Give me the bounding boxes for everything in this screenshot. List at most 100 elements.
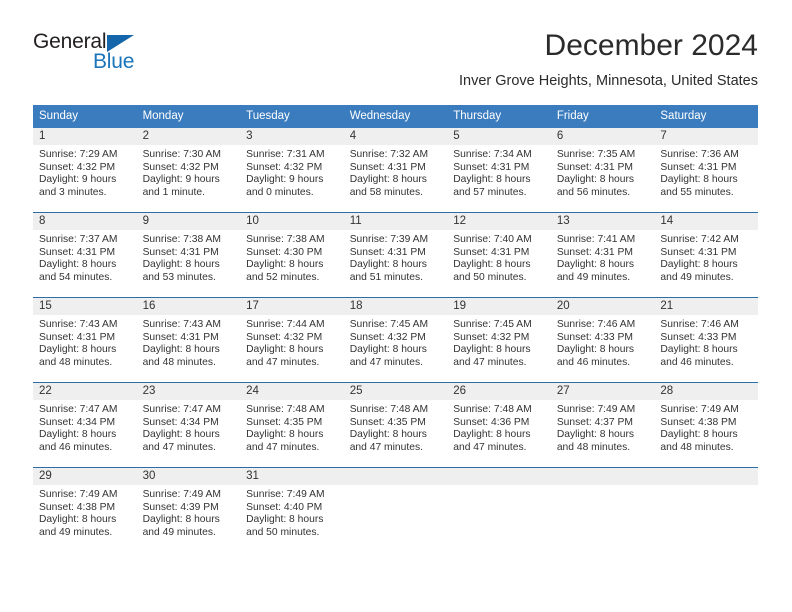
calendar-day-cell[interactable]: 12 Sunrise: 7:40 AM Sunset: 4:31 PM Dayl… xyxy=(447,212,551,298)
calendar-day-cell[interactable]: 19 Sunrise: 7:45 AM Sunset: 4:32 PM Dayl… xyxy=(447,297,551,383)
day-cell-inner: 20 Sunrise: 7:46 AM Sunset: 4:33 PM Dayl… xyxy=(550,298,655,382)
day-details: Sunrise: 7:48 AM Sunset: 4:35 PM Dayligh… xyxy=(344,400,448,454)
calendar-day-cell[interactable]: 11 Sunrise: 7:39 AM Sunset: 4:31 PM Dayl… xyxy=(343,212,448,298)
sunset-text: Sunset: 4:31 PM xyxy=(660,246,737,258)
day-cell-inner: 10 Sunrise: 7:38 AM Sunset: 4:30 PM Dayl… xyxy=(240,213,344,297)
calendar-day-cell[interactable]: 7 Sunrise: 7:36 AM Sunset: 4:31 PM Dayli… xyxy=(654,128,758,213)
day-number xyxy=(447,468,551,485)
day-cell-inner: 3 Sunrise: 7:31 AM Sunset: 4:32 PM Dayli… xyxy=(240,128,344,212)
sunrise-text: Sunrise: 7:46 AM xyxy=(660,319,739,330)
sunrise-text: Sunrise: 7:48 AM xyxy=(246,404,325,415)
daylight-text-line1: Daylight: 8 hours xyxy=(453,429,531,441)
sunrise-text: Sunrise: 7:49 AM xyxy=(39,489,118,500)
calendar-day-cell[interactable]: 9 Sunrise: 7:38 AM Sunset: 4:31 PM Dayli… xyxy=(136,212,241,298)
day-details: Sunrise: 7:32 AM Sunset: 4:31 PM Dayligh… xyxy=(344,145,448,199)
calendar-day-cell[interactable]: 30 Sunrise: 7:49 AM Sunset: 4:39 PM Dayl… xyxy=(136,467,241,552)
day-details: Sunrise: 7:31 AM Sunset: 4:32 PM Dayligh… xyxy=(240,145,344,199)
day-details: Sunrise: 7:39 AM Sunset: 4:31 PM Dayligh… xyxy=(344,230,448,284)
day-number: 5 xyxy=(447,128,551,145)
calendar-day-cell[interactable]: 10 Sunrise: 7:38 AM Sunset: 4:30 PM Dayl… xyxy=(240,212,344,298)
sunset-text: Sunset: 4:31 PM xyxy=(142,246,219,258)
calendar-day-cell[interactable]: 1 Sunrise: 7:29 AM Sunset: 4:32 PM Dayli… xyxy=(33,128,137,213)
sunset-text: Sunset: 4:38 PM xyxy=(660,416,737,428)
calendar-day-cell[interactable]: 17 Sunrise: 7:44 AM Sunset: 4:32 PM Dayl… xyxy=(240,297,344,383)
sunset-text: Sunset: 4:31 PM xyxy=(453,161,530,173)
calendar-day-cell[interactable]: 15 Sunrise: 7:43 AM Sunset: 4:31 PM Dayl… xyxy=(33,297,137,383)
calendar-day-cell[interactable]: 27 Sunrise: 7:49 AM Sunset: 4:37 PM Dayl… xyxy=(550,382,655,468)
daylight-text-line1: Daylight: 8 hours xyxy=(246,259,324,271)
calendar-day-cell[interactable]: 18 Sunrise: 7:45 AM Sunset: 4:32 PM Dayl… xyxy=(343,297,448,383)
sunrise-text: Sunrise: 7:42 AM xyxy=(660,234,739,245)
daylight-text-line1: Daylight: 8 hours xyxy=(39,514,117,526)
sunrise-text: Sunrise: 7:38 AM xyxy=(246,234,325,245)
day-details: Sunrise: 7:42 AM Sunset: 4:31 PM Dayligh… xyxy=(654,230,758,284)
daylight-text-line1: Daylight: 8 hours xyxy=(660,429,738,441)
daylight-text-line2: and 47 minutes. xyxy=(349,441,423,453)
calendar-day-cell[interactable]: 20 Sunrise: 7:46 AM Sunset: 4:33 PM Dayl… xyxy=(550,297,655,383)
title-block: December 2024 Inver Grove Heights, Minne… xyxy=(198,28,758,92)
calendar-day-cell[interactable]: 23 Sunrise: 7:47 AM Sunset: 4:34 PM Dayl… xyxy=(136,382,241,468)
daylight-text-line2: and 49 minutes. xyxy=(660,271,734,283)
calendar-body: 1 Sunrise: 7:29 AM Sunset: 4:32 PM Dayli… xyxy=(33,128,758,552)
day-cell-inner: 12 Sunrise: 7:40 AM Sunset: 4:31 PM Dayl… xyxy=(447,213,551,297)
day-cell-inner: 26 Sunrise: 7:48 AM Sunset: 4:36 PM Dayl… xyxy=(447,383,551,467)
day-details: Sunrise: 7:43 AM Sunset: 4:31 PM Dayligh… xyxy=(33,315,137,369)
calendar-day-cell[interactable]: 29 Sunrise: 7:49 AM Sunset: 4:38 PM Dayl… xyxy=(33,467,137,552)
day-details xyxy=(551,485,655,489)
sunset-text: Sunset: 4:32 PM xyxy=(39,161,116,173)
calendar-day-cell[interactable]: 14 Sunrise: 7:42 AM Sunset: 4:31 PM Dayl… xyxy=(654,212,758,298)
day-details: Sunrise: 7:49 AM Sunset: 4:38 PM Dayligh… xyxy=(654,400,758,454)
sunset-text: Sunset: 4:33 PM xyxy=(660,331,737,343)
sunrise-text: Sunrise: 7:49 AM xyxy=(142,489,221,500)
calendar-day-cell[interactable]: 6 Sunrise: 7:35 AM Sunset: 4:31 PM Dayli… xyxy=(550,128,655,213)
calendar-day-cell[interactable]: 26 Sunrise: 7:48 AM Sunset: 4:36 PM Dayl… xyxy=(447,382,551,468)
sunrise-text: Sunrise: 7:47 AM xyxy=(39,404,118,415)
day-details: Sunrise: 7:37 AM Sunset: 4:31 PM Dayligh… xyxy=(33,230,137,284)
day-number xyxy=(550,468,655,485)
sunrise-text: Sunrise: 7:41 AM xyxy=(556,234,636,245)
page-header: General Blue December 2024 Inver Grove H… xyxy=(33,28,758,94)
calendar-day-cell[interactable]: 16 Sunrise: 7:43 AM Sunset: 4:31 PM Dayl… xyxy=(136,297,241,383)
day-number: 2 xyxy=(136,128,241,145)
page-title: December 2024 xyxy=(544,29,758,62)
sunset-text: Sunset: 4:38 PM xyxy=(39,501,116,513)
calendar-day-cell[interactable]: 21 Sunrise: 7:46 AM Sunset: 4:33 PM Dayl… xyxy=(654,297,758,383)
calendar-day-cell[interactable]: 22 Sunrise: 7:47 AM Sunset: 4:34 PM Dayl… xyxy=(33,382,137,468)
calendar-day-cell[interactable]: 28 Sunrise: 7:49 AM Sunset: 4:38 PM Dayl… xyxy=(654,382,758,468)
day-cell-inner: 15 Sunrise: 7:43 AM Sunset: 4:31 PM Dayl… xyxy=(33,298,137,382)
day-cell-inner: 14 Sunrise: 7:42 AM Sunset: 4:31 PM Dayl… xyxy=(654,213,758,297)
day-cell-inner: 22 Sunrise: 7:47 AM Sunset: 4:34 PM Dayl… xyxy=(33,383,137,467)
day-number: 6 xyxy=(550,128,655,145)
calendar-day-cell[interactable]: 13 Sunrise: 7:41 AM Sunset: 4:31 PM Dayl… xyxy=(550,212,655,298)
daylight-text-line1: Daylight: 8 hours xyxy=(556,429,635,441)
calendar-day-cell[interactable]: 24 Sunrise: 7:48 AM Sunset: 4:35 PM Dayl… xyxy=(240,382,344,468)
calendar-day-cell[interactable]: 8 Sunrise: 7:37 AM Sunset: 4:31 PM Dayli… xyxy=(33,212,137,298)
calendar-day-cell[interactable]: 5 Sunrise: 7:34 AM Sunset: 4:31 PM Dayli… xyxy=(447,128,551,213)
daylight-text-line2: and 49 minutes. xyxy=(142,526,216,538)
day-number: 11 xyxy=(343,213,448,230)
day-details: Sunrise: 7:47 AM Sunset: 4:34 PM Dayligh… xyxy=(33,400,137,454)
day-details: Sunrise: 7:34 AM Sunset: 4:31 PM Dayligh… xyxy=(447,145,551,199)
daylight-text-line1: Daylight: 8 hours xyxy=(142,259,220,271)
general-blue-logo[interactable]: General Blue xyxy=(33,30,213,82)
day-cell-inner: 27 Sunrise: 7:49 AM Sunset: 4:37 PM Dayl… xyxy=(550,383,655,467)
day-cell-inner: 25 Sunrise: 7:48 AM Sunset: 4:35 PM Dayl… xyxy=(343,383,448,467)
day-cell-inner: 30 Sunrise: 7:49 AM Sunset: 4:39 PM Dayl… xyxy=(136,468,241,552)
daylight-text-line1: Daylight: 9 hours xyxy=(246,174,324,186)
calendar-day-cell[interactable]: 31 Sunrise: 7:49 AM Sunset: 4:40 PM Dayl… xyxy=(240,467,344,552)
calendar-day-cell[interactable]: 25 Sunrise: 7:48 AM Sunset: 4:35 PM Dayl… xyxy=(343,382,448,468)
sunset-text: Sunset: 4:32 PM xyxy=(142,161,219,173)
day-cell-inner: 7 Sunrise: 7:36 AM Sunset: 4:31 PM Dayli… xyxy=(654,128,758,212)
daylight-text-line2: and 50 minutes. xyxy=(453,271,527,283)
daylight-text-line2: and 46 minutes. xyxy=(556,356,631,368)
daylight-text-line2: and 51 minutes. xyxy=(349,271,423,283)
daylight-text-line1: Daylight: 8 hours xyxy=(453,259,531,271)
sunset-text: Sunset: 4:32 PM xyxy=(453,331,530,343)
calendar-day-cell[interactable]: 2 Sunrise: 7:30 AM Sunset: 4:32 PM Dayli… xyxy=(136,128,241,213)
day-cell-inner: 2 Sunrise: 7:30 AM Sunset: 4:32 PM Dayli… xyxy=(136,128,241,212)
calendar-day-cell[interactable]: 3 Sunrise: 7:31 AM Sunset: 4:32 PM Dayli… xyxy=(240,128,344,213)
day-cell-inner: 13 Sunrise: 7:41 AM Sunset: 4:31 PM Dayl… xyxy=(550,213,655,297)
calendar-day-cell-empty xyxy=(343,467,448,552)
daylight-text-line1: Daylight: 8 hours xyxy=(556,259,635,271)
calendar-day-cell[interactable]: 4 Sunrise: 7:32 AM Sunset: 4:31 PM Dayli… xyxy=(343,128,448,213)
